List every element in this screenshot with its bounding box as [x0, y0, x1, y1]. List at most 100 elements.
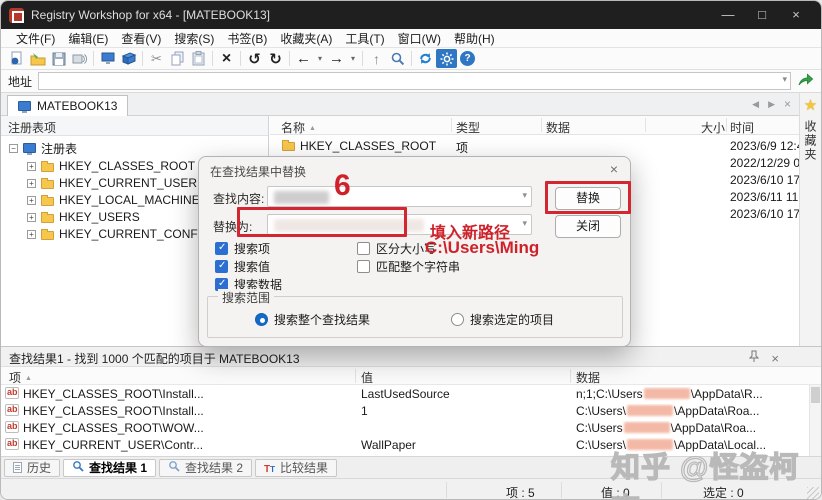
minimize-button[interactable]: — — [711, 1, 745, 29]
find-combobox[interactable]: ▾ — [267, 186, 532, 207]
column-size[interactable]: 大小 — [650, 119, 725, 136]
tab-search-results-1[interactable]: 查找结果 1 — [63, 459, 156, 477]
redo-icon[interactable]: ↻ — [265, 49, 286, 68]
toolbar-separator — [289, 51, 290, 66]
menu-help[interactable]: 帮助(H) — [448, 29, 501, 48]
radio-unselected-icon[interactable] — [451, 313, 464, 326]
close-button[interactable]: × — [779, 1, 813, 29]
connect-icon[interactable] — [97, 49, 118, 68]
checkbox-unchecked-icon[interactable] — [357, 260, 370, 273]
column-data[interactable]: 数据 — [546, 119, 570, 136]
chevron-down-icon[interactable]: ▾ — [522, 190, 527, 201]
results-column-data[interactable]: 数据 — [576, 369, 600, 386]
column-separator[interactable] — [726, 118, 727, 132]
open-folder-icon[interactable] — [27, 49, 48, 68]
menu-file[interactable]: 文件(F) — [10, 29, 61, 48]
radio-search-selected-items[interactable]: 搜索选定的项目 — [451, 312, 554, 326]
favorites-rail[interactable]: ★ 收藏夹 — [799, 93, 821, 346]
tree-root-computer[interactable]: − 注册表 — [9, 140, 77, 156]
tab-label: 历史 — [27, 459, 51, 476]
result-row[interactable]: HKEY_CLASSES_ROOT\WOW... C:\Users\AppDat… — [1, 419, 809, 436]
column-separator[interactable] — [451, 118, 452, 132]
settings-icon[interactable] — [436, 49, 457, 68]
refresh-icon[interactable] — [415, 49, 436, 68]
tab-next-icon[interactable]: ▶ — [768, 99, 775, 110]
tree-item-hkey-current-config[interactable]: + HKEY_CURRENT_CONFIG — [27, 226, 210, 242]
results-column-value[interactable]: 值 — [361, 369, 373, 386]
close-dialog-button[interactable]: 关闭 — [555, 215, 621, 238]
forward-icon[interactable]: → — [326, 49, 347, 68]
checkbox-unchecked-icon[interactable] — [357, 242, 370, 255]
back-dropdown-icon[interactable]: ▾ — [314, 49, 326, 68]
paste-icon[interactable] — [188, 49, 209, 68]
undo-icon[interactable]: ↺ — [244, 49, 265, 68]
menu-bookmarks[interactable]: 书签(B) — [221, 29, 273, 48]
expand-icon[interactable]: + — [27, 196, 36, 205]
results-column-item[interactable]: 项▲ — [9, 369, 32, 386]
search-icon[interactable] — [387, 49, 408, 68]
status-separator — [561, 482, 562, 498]
collapse-icon[interactable]: − — [9, 144, 18, 153]
column-name[interactable]: 名称▲ — [281, 119, 316, 136]
pin-icon[interactable] — [749, 350, 759, 366]
list-row[interactable]: HKEY_CLASSES_ROOT 项 2023/6/9 12:4 — [270, 137, 789, 154]
menu-view[interactable]: 查看(V) — [115, 29, 167, 48]
status-separator — [446, 482, 447, 498]
column-separator[interactable] — [541, 118, 542, 132]
tab-compare-results[interactable]: 比较结果 — [255, 459, 337, 477]
checkbox-checked-icon[interactable] — [215, 242, 228, 255]
address-input[interactable]: ▾ — [38, 72, 791, 90]
menu-favorites[interactable]: 收藏夹(A) — [274, 29, 338, 48]
tab-history[interactable]: 历史 — [4, 459, 60, 477]
tab-matebook13[interactable]: MATEBOOK13 — [7, 95, 128, 116]
dialog-close-icon[interactable]: × — [610, 161, 618, 177]
checkbox-match-whole-string[interactable]: 匹配整个字符串 — [357, 259, 460, 273]
column-separator[interactable] — [570, 369, 571, 383]
delete-icon[interactable]: × — [216, 49, 237, 68]
checkbox-search-values[interactable]: 搜索值 — [215, 259, 270, 273]
menu-window[interactable]: 窗口(W) — [392, 29, 447, 48]
checkbox-search-keys[interactable]: 搜索项 — [215, 241, 270, 255]
address-dropdown-icon[interactable]: ▾ — [782, 74, 787, 85]
tree-item-hkey-users[interactable]: + HKEY_USERS — [27, 209, 140, 225]
expand-icon[interactable]: + — [27, 213, 36, 222]
tree-item-hkey-local-machine[interactable]: + HKEY_LOCAL_MACHINE — [27, 192, 200, 208]
back-icon[interactable]: ← — [293, 49, 314, 68]
column-type[interactable]: 类型 — [456, 119, 480, 136]
maximize-button[interactable]: □ — [745, 1, 779, 29]
result-row[interactable]: HKEY_CLASSES_ROOT\Install... LastUsedSou… — [1, 385, 809, 402]
export-icon[interactable] — [69, 49, 90, 68]
cut-icon[interactable]: ✂ — [146, 49, 167, 68]
column-separator[interactable] — [645, 118, 646, 132]
radio-selected-icon[interactable] — [255, 313, 268, 326]
up-icon[interactable]: ↑ — [366, 49, 387, 68]
new-icon[interactable] — [6, 49, 27, 68]
chevron-down-icon[interactable]: ▾ — [522, 218, 527, 229]
expand-icon[interactable]: + — [27, 162, 36, 171]
help-icon[interactable]: ? — [457, 49, 478, 68]
menu-tools[interactable]: 工具(T) — [339, 29, 390, 48]
copy-icon[interactable] — [167, 49, 188, 68]
radio-search-entire-results[interactable]: 搜索整个查找结果 — [255, 312, 370, 326]
tree-item-hkey-current-user[interactable]: + HKEY_CURRENT_USER — [27, 175, 197, 191]
tab-prev-icon[interactable]: ◀ — [752, 99, 759, 110]
scrollbar-thumb[interactable] — [811, 387, 820, 403]
menu-search[interactable]: 搜索(S) — [168, 29, 220, 48]
menu-edit[interactable]: 编辑(E) — [62, 29, 114, 48]
tab-search-results-2[interactable]: 查找结果 2 — [159, 459, 252, 477]
tab-close-icon[interactable]: × — [784, 97, 791, 111]
forward-dropdown-icon[interactable]: ▾ — [347, 49, 359, 68]
disconnect-icon[interactable] — [118, 49, 139, 68]
result-value: LastUsedSource — [361, 387, 566, 401]
expand-icon[interactable]: + — [27, 179, 36, 188]
expand-icon[interactable]: + — [27, 230, 36, 239]
checkbox-checked-icon[interactable] — [215, 260, 228, 273]
column-separator[interactable] — [355, 369, 356, 383]
go-icon[interactable] — [797, 72, 814, 90]
result-row[interactable]: HKEY_CLASSES_ROOT\Install... 1 C:\Users\… — [1, 402, 809, 419]
results-close-icon[interactable]: × — [771, 351, 779, 366]
save-icon[interactable] — [48, 49, 69, 68]
search-scope-title: 搜索范围 — [218, 289, 274, 306]
column-time[interactable]: 时间 — [730, 119, 754, 136]
tree-item-hkey-classes-root[interactable]: + HKEY_CLASSES_ROOT — [27, 158, 195, 174]
